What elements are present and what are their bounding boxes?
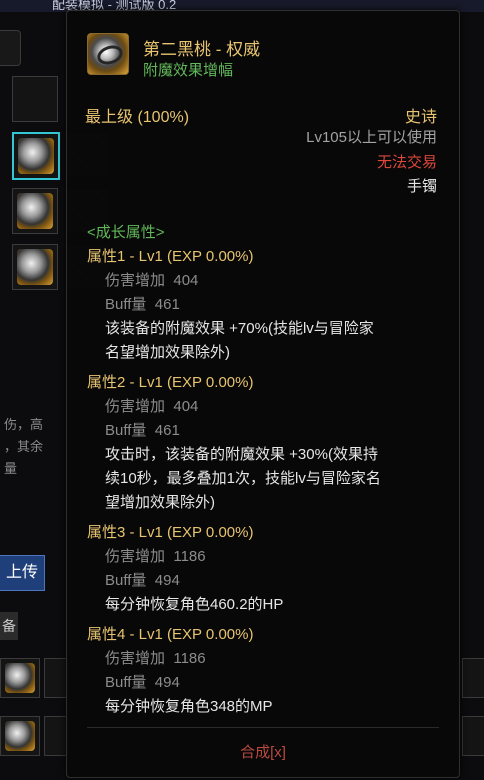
upload-button[interactable]: 上传 [0,555,45,591]
item-name: 第二黑桃 - 权威 [143,40,261,59]
attribute-title: 属性4 - Lv1 (EXP 0.00%) [87,626,254,643]
attribute-effect: 每分钟恢复角色460.2的HP [105,596,284,613]
inventory-slot[interactable] [44,716,68,756]
attribute-damage: 伤害增加 404 [105,398,199,415]
trade-status: 无法交易 [376,154,437,171]
inventory-slot[interactable] [462,658,484,698]
synthesis-label: 合成[x] [240,744,286,761]
item-level: 最上级 (100%) [85,109,190,126]
bg-description: 伤，高 ，其余 量 [4,417,44,476]
attribute-damage: 伤害增加 1186 [105,548,206,565]
attribute-title: 属性1 - Lv1 (EXP 0.00%) [87,248,254,265]
attribute-damage: 伤害增加 1186 [105,650,206,667]
attribute-damage: 伤害增加 404 [105,272,199,289]
item-icon [5,663,35,693]
attribute-effect: 续10秒，最多叠加1次，技能lv与冒险家名 [105,470,381,487]
equipment-slot-ring[interactable] [12,244,58,290]
bracelet-icon [87,33,129,75]
attribute-effect: 攻击时，该装备的附魔效果 +30%(效果持 [105,446,378,463]
inventory-slot[interactable] [462,716,484,756]
item-subtitle: 附魔效果增幅 [143,62,234,79]
equipment-slot-bracelet[interactable] [12,132,60,180]
attribute-effect: 望增加效果除外) [105,494,215,511]
attribute-buff: Buff量 461 [105,422,180,439]
attribute-effect: 每分钟恢复角色348的MP [105,698,273,715]
equipment-slot-necklace[interactable] [12,188,58,234]
growth-attributes-header: <成长属性> [87,224,165,241]
attribute-title: 属性3 - Lv1 (EXP 0.00%) [87,524,254,541]
attribute-buff: Buff量 494 [105,674,180,691]
attribute-effect: 该装备的附魔效果 +70%(技能lv与冒险家 [105,320,374,337]
ring-icon [17,249,53,285]
attribute-title: 属性2 - Lv1 (EXP 0.00%) [87,374,254,391]
attribute-effect: 名望增加效果除外) [105,344,230,361]
item-icon [5,721,35,751]
attribute-buff: Buff量 461 [105,296,180,313]
item-tooltip: 第二黑桃 - 权威 附魔效果增幅 最上级 (100%) 史诗 Lv105以上可以… [66,10,460,778]
inventory-slot[interactable] [0,716,40,756]
inventory-slot[interactable] [0,658,40,698]
bracelet-icon [18,138,54,174]
left-panel-tab[interactable] [0,30,21,66]
slot-type: 手镯 [406,178,437,195]
attribute-buff: Buff量 494 [105,572,180,589]
necklace-icon [17,193,53,229]
divider [87,727,439,728]
inventory-slot[interactable] [44,658,68,698]
rarity-label: 史诗 [404,109,437,126]
equipment-tab[interactable]: 备 [0,612,18,640]
level-requirement: Lv105以上可以使用 [306,129,437,146]
equipment-slot-empty[interactable] [12,76,58,122]
